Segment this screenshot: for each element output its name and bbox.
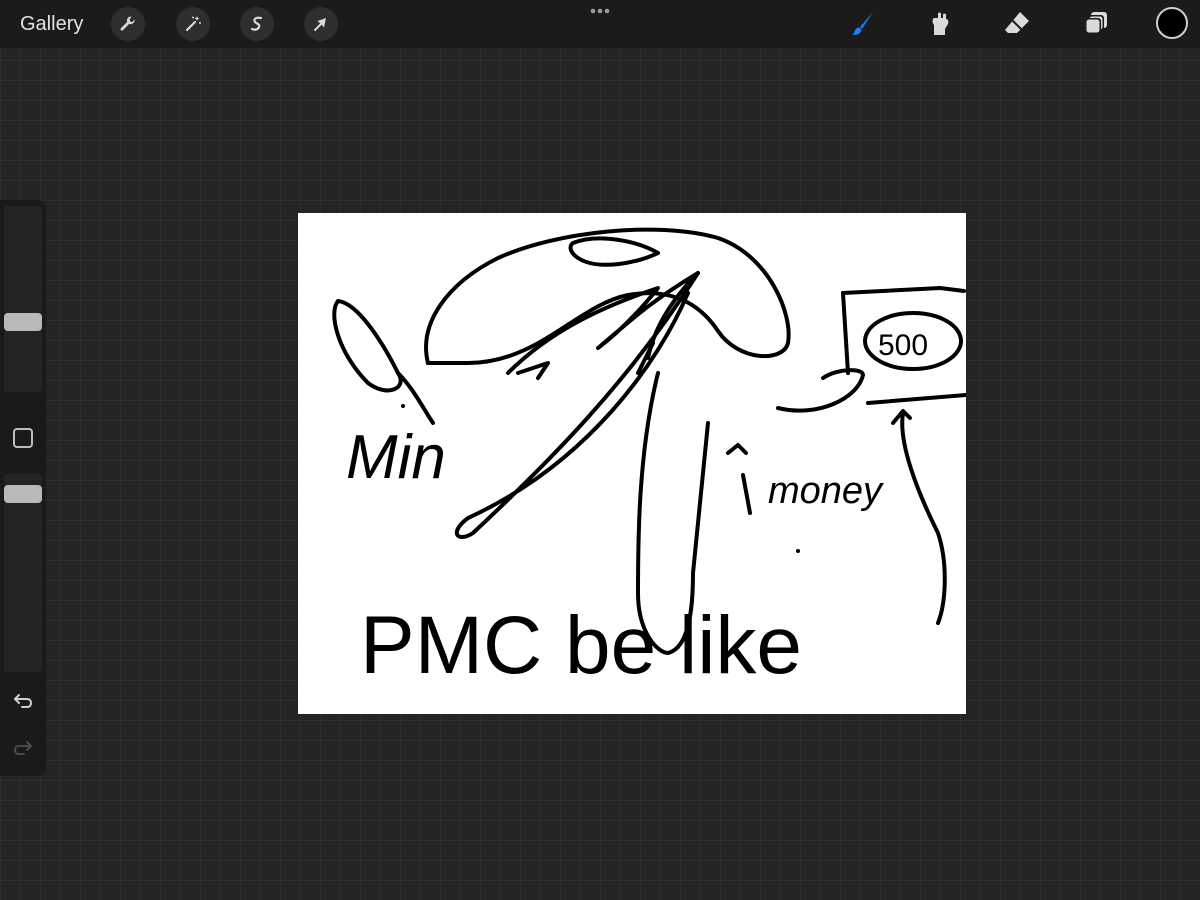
selection-button[interactable] — [240, 7, 274, 41]
opacity-slider[interactable] — [4, 474, 42, 672]
handwritten-min: Min — [346, 423, 446, 492]
sketch-layer: Min money 500 PMC be like — [332, 227, 966, 691]
sketch-stroke — [454, 271, 700, 539]
sketch-stroke — [568, 236, 660, 267]
eraser-icon — [1002, 9, 1032, 42]
sketch-stroke — [841, 291, 850, 375]
adjustments-button[interactable] — [176, 7, 210, 41]
sketch-stroke — [741, 473, 752, 515]
sketch-dot — [796, 549, 800, 553]
top-toolbar: Gallery — [0, 0, 1200, 48]
sketch-stroke — [776, 368, 865, 413]
sketch-stroke — [866, 393, 966, 405]
sketch-stroke — [332, 299, 403, 393]
sketch-stroke — [516, 361, 550, 380]
left-sidebar — [0, 200, 46, 776]
gallery-button[interactable]: Gallery — [20, 12, 83, 36]
magic-wand-icon — [183, 14, 203, 34]
opacity-slider-thumb[interactable] — [4, 485, 42, 503]
transform-arrow-icon — [311, 14, 331, 34]
redo-icon — [11, 741, 35, 763]
sketch-stroke — [506, 271, 700, 375]
undo-button[interactable] — [11, 688, 35, 712]
smudge-icon — [926, 9, 954, 42]
handwritten-money: money — [768, 470, 884, 512]
eraser-tool-button[interactable] — [999, 7, 1035, 43]
undo-icon — [11, 694, 35, 716]
wrench-icon — [118, 14, 138, 34]
handwritten-pmc-be-like: PMC be like — [360, 600, 802, 691]
sketch-stroke — [841, 286, 966, 295]
sketch-stroke — [396, 371, 435, 425]
transform-button[interactable] — [304, 7, 338, 41]
sketch-dot — [401, 404, 405, 408]
more-options-icon[interactable] — [585, 4, 615, 18]
handwritten-500: 500 — [878, 329, 928, 362]
layers-icon — [1082, 9, 1110, 42]
selection-icon — [247, 14, 267, 34]
redo-button[interactable] — [11, 735, 35, 759]
sketch-stroke — [900, 411, 947, 625]
brush-size-slider-thumb[interactable] — [4, 313, 42, 331]
color-picker-button[interactable] — [1156, 7, 1188, 39]
actions-button[interactable] — [111, 7, 145, 41]
brush-icon — [849, 9, 877, 42]
smudge-tool-button[interactable] — [922, 7, 958, 43]
modify-button[interactable] — [13, 428, 33, 448]
brush-tool-button[interactable] — [845, 7, 881, 43]
sketch-stroke — [726, 443, 748, 455]
drawing-canvas[interactable]: Min money 500 PMC be like — [298, 213, 966, 714]
layers-button[interactable] — [1078, 7, 1114, 43]
brush-size-slider[interactable] — [4, 206, 42, 392]
